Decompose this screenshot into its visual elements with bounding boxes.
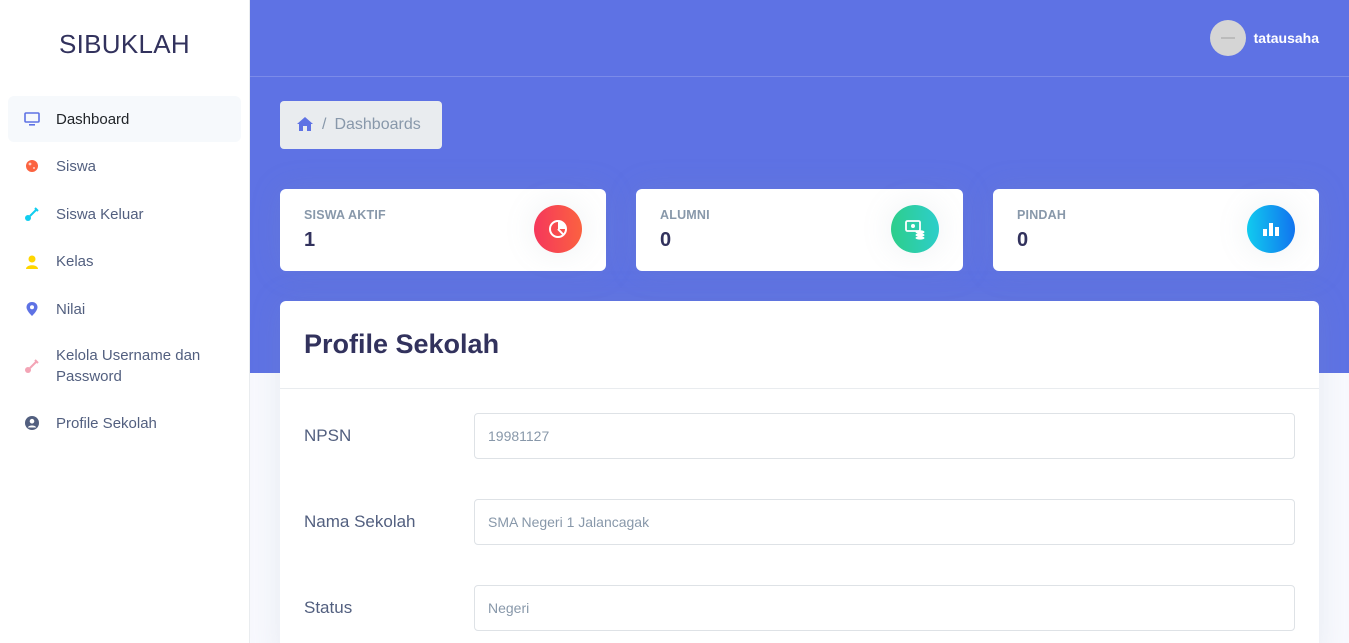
stat-card-siswa-aktif: SISWA AKTIF 1 — [280, 189, 606, 271]
profile-card: Profile Sekolah NPSN Nama Sekolah Status — [280, 301, 1319, 643]
sidebar-item-kelola-username[interactable]: Kelola Username dan Password — [8, 333, 241, 399]
avatar — [1209, 20, 1246, 56]
sidebar-item-label: Nilai — [56, 300, 86, 318]
pie-chart-icon — [534, 205, 582, 253]
nama-sekolah-label: Nama Sekolah — [304, 512, 416, 531]
sidebar-item-label: Dashboard — [56, 110, 130, 128]
stat-title: SISWA AKTIF — [304, 208, 386, 222]
planet-icon — [23, 157, 41, 175]
monitor-icon — [23, 110, 41, 128]
status-label: Status — [304, 598, 353, 617]
sidebar-item-dashboard[interactable]: Dashboard — [8, 96, 241, 142]
sidebar-item-siswa[interactable]: Siswa — [8, 142, 241, 190]
sidebar-item-profile-sekolah[interactable]: Profile Sekolah — [8, 399, 241, 447]
sidebar: SIBUKLAH Dashboard Siswa Siswa Keluar Ke… — [0, 0, 250, 643]
user-circle-icon — [23, 414, 41, 432]
sidebar-item-label: Siswa Keluar — [56, 205, 144, 223]
sidebar-item-kelas[interactable]: Kelas — [8, 238, 241, 285]
home-icon[interactable] — [296, 116, 314, 134]
money-coins-icon — [891, 205, 939, 253]
breadcrumb: / Dashboards — [280, 101, 442, 149]
username: tatausaha — [1253, 30, 1319, 46]
breadcrumb-current: Dashboards — [334, 116, 421, 133]
stat-value: 0 — [660, 229, 672, 251]
stat-value: 0 — [1017, 229, 1029, 251]
stat-card-alumni: ALUMNI 0 — [636, 189, 963, 271]
sidebar-item-nilai[interactable]: Nilai — [8, 285, 241, 333]
map-pin-icon — [23, 300, 41, 318]
sidebar-item-label: Kelas — [56, 253, 94, 270]
stat-card-pindah: PINDAH 0 — [993, 189, 1319, 271]
sidebar-item-label: Profile Sekolah — [56, 414, 157, 432]
brand-logo[interactable]: SIBUKLAH — [0, 0, 249, 88]
status-field[interactable] — [474, 585, 1295, 631]
npsn-field[interactable] — [474, 413, 1295, 459]
stat-title: PINDAH — [1017, 208, 1067, 222]
stat-value: 1 — [304, 229, 316, 251]
user-menu[interactable]: tatausaha — [1209, 20, 1319, 56]
stat-title: ALUMNI — [660, 208, 710, 222]
pin-icon — [23, 205, 41, 223]
profile-title: Profile Sekolah — [304, 329, 500, 359]
breadcrumb-separator: / — [322, 116, 327, 133]
key-icon — [23, 357, 41, 375]
user-icon — [23, 253, 41, 271]
profile-header: Profile Sekolah — [280, 301, 1319, 389]
npsn-label: NPSN — [304, 426, 352, 445]
sidebar-nav: Dashboard Siswa Siswa Keluar Kelas Nilai — [0, 88, 249, 447]
sidebar-item-label: Kelola Username dan Password — [56, 347, 201, 385]
top-navbar: tatausaha — [250, 0, 1349, 77]
nama-sekolah-field[interactable] — [474, 499, 1295, 545]
bar-chart-icon — [1247, 205, 1295, 253]
sidebar-item-siswa-keluar[interactable]: Siswa Keluar — [8, 190, 241, 238]
sidebar-item-label: Siswa — [56, 157, 97, 175]
